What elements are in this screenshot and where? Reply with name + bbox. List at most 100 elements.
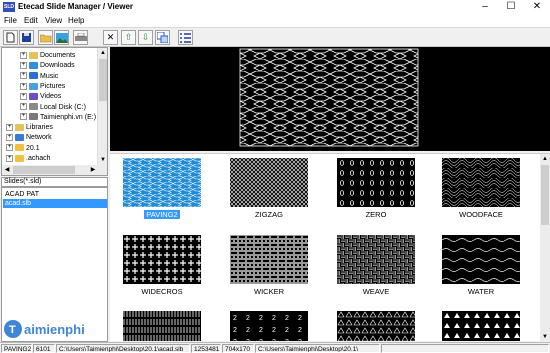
- minimize-button[interactable]: –: [472, 0, 498, 14]
- tree-item-label: Libraries: [26, 124, 53, 132]
- toolbar: ✕ ⇧ ⇩: [0, 27, 550, 47]
- expand-icon[interactable]: +: [20, 51, 27, 59]
- tree-item[interactable]: + Downloads: [20, 61, 75, 71]
- tree-item[interactable]: + Pictures: [20, 82, 65, 92]
- expand-icon[interactable]: +: [20, 61, 27, 69]
- copy-icon[interactable]: [155, 30, 170, 45]
- close-button[interactable]: ✕: [524, 0, 550, 14]
- folder-icon: [15, 134, 24, 142]
- menu-bar: File Edit View Help: [0, 14, 550, 27]
- print-icon[interactable]: [73, 30, 88, 45]
- slide-thumbnail[interactable]: [442, 311, 520, 341]
- tree-item[interactable]: + Network: [6, 133, 52, 143]
- tree-item[interactable]: +20.1: [6, 144, 40, 154]
- slide-thumbnail[interactable]: [123, 235, 201, 284]
- tree-item[interactable]: + .achach: [6, 154, 51, 164]
- folder-icon: [29, 51, 38, 59]
- save-icon[interactable]: [19, 30, 34, 45]
- thumbnail-label-text: PAVING2: [144, 210, 180, 219]
- expand-icon[interactable]: +: [6, 144, 13, 152]
- thumbnail-label-text: ZERO: [365, 210, 387, 219]
- tree-item-label: Local Disk (C:): [40, 103, 86, 111]
- delete-icon[interactable]: ✕: [103, 30, 118, 45]
- thumbnail-label: WIDECROS: [117, 287, 207, 296]
- scroll-thumb[interactable]: [99, 59, 107, 101]
- open-folder-icon[interactable]: [38, 30, 53, 45]
- folder-icon: [29, 103, 38, 111]
- thumbnail-label: WEAVE: [331, 287, 421, 296]
- tree-item[interactable]: + Music: [20, 72, 58, 82]
- slide-file-item-selected[interactable]: acad.slb: [3, 199, 107, 208]
- gallery-vertical-scrollbar[interactable]: ▲ ▼: [540, 154, 550, 341]
- tree-item[interactable]: + Taimienphi.vn (E:): [20, 113, 96, 123]
- tree-item-label: Taimienphi.vn (E:): [40, 113, 97, 121]
- slide-thumbnail[interactable]: [230, 235, 308, 284]
- maximize-button[interactable]: ☐: [498, 0, 524, 14]
- slide-thumbnail[interactable]: [337, 311, 415, 341]
- thumbnail-label: ZIGZAG: [224, 210, 314, 219]
- slide-thumbnail[interactable]: [230, 311, 308, 341]
- image-icon[interactable]: [54, 30, 69, 45]
- expand-icon[interactable]: +: [6, 123, 13, 131]
- status-folder: C:\Users\Taimienphi\Desktop\20.1\: [255, 344, 380, 353]
- slide-file-item[interactable]: ACAD PAT: [3, 190, 107, 199]
- expand-icon[interactable]: +: [20, 113, 27, 121]
- tree-horizontal-scrollbar[interactable]: ◀ ▶: [2, 165, 98, 175]
- folder-tree[interactable]: + Documents + Downloads + Music + Pictures + Vide…: [1, 47, 108, 176]
- slide-thumbnail[interactable]: [337, 235, 415, 284]
- slide-thumbnail[interactable]: [442, 158, 520, 207]
- scroll-down-icon[interactable]: ▼: [98, 155, 107, 165]
- thumbnail-gallery[interactable]: 2 PAVING2ZIGZAGZEROWOODFACEWIDECROSWICKE…: [110, 153, 550, 341]
- tree-vertical-scrollbar[interactable]: ▲ ▼: [97, 48, 107, 175]
- list-view-icon[interactable]: [178, 30, 193, 45]
- scroll-right-icon[interactable]: ▶: [88, 165, 98, 175]
- thumbnail-label: WATER: [436, 287, 526, 296]
- slide-thumbnail[interactable]: [337, 158, 415, 207]
- slide-thumbnail[interactable]: [442, 235, 520, 284]
- tree-item-label: Network: [26, 134, 52, 142]
- scroll-up-icon[interactable]: ▲: [540, 154, 550, 164]
- thumbnail-label: WOODFACE: [436, 210, 526, 219]
- thumbnail-label: WICKER: [224, 287, 314, 296]
- thumbnail-label: ZERO: [331, 210, 421, 219]
- expand-icon[interactable]: +: [20, 103, 27, 111]
- preview-pattern: [239, 48, 419, 147]
- tree-item[interactable]: + Libraries: [6, 123, 53, 133]
- move-up-icon[interactable]: ⇧: [121, 30, 136, 45]
- title-bar: SLD Etecad Slide Manager / Viewer – ☐ ✕: [0, 0, 550, 14]
- app-icon: SLD: [3, 2, 15, 12]
- taimienphi-watermark: T aimienphi: [3, 318, 123, 340]
- thumbnail-label-text: ZIGZAG: [255, 210, 283, 219]
- tree-item[interactable]: + Documents: [20, 51, 75, 61]
- menu-edit[interactable]: Edit: [24, 14, 38, 27]
- slide-thumbnail[interactable]: [123, 311, 201, 341]
- tree-item-label: 20.1: [26, 144, 40, 152]
- scroll-thumb[interactable]: [541, 165, 549, 225]
- expand-icon[interactable]: +: [6, 134, 13, 142]
- status-extra: [381, 344, 549, 353]
- svg-text:T: T: [9, 324, 16, 336]
- scroll-left-icon[interactable]: ◀: [2, 165, 12, 175]
- folder-icon: [29, 92, 38, 100]
- expand-icon[interactable]: +: [20, 92, 27, 100]
- menu-view[interactable]: View: [45, 14, 62, 27]
- tree-item[interactable]: + Videos: [20, 92, 61, 102]
- menu-help[interactable]: Help: [68, 14, 84, 27]
- slide-thumbnail[interactable]: [123, 158, 201, 207]
- scroll-up-icon[interactable]: ▲: [98, 48, 107, 58]
- move-down-icon[interactable]: ⇩: [138, 30, 153, 45]
- expand-icon[interactable]: +: [20, 82, 27, 90]
- scroll-down-icon[interactable]: ▼: [540, 332, 550, 341]
- hscroll-thumb[interactable]: [13, 166, 75, 174]
- slides-filter-field[interactable]: Slides(*.sld): [1, 177, 108, 187]
- expand-icon[interactable]: +: [6, 154, 13, 162]
- folder-icon: [15, 144, 24, 152]
- folder-icon: [29, 72, 38, 80]
- folder-icon: [29, 61, 38, 69]
- slide-thumbnail[interactable]: [230, 158, 308, 207]
- menu-file[interactable]: File: [4, 14, 17, 27]
- expand-icon[interactable]: +: [20, 72, 27, 80]
- thumbnail-label: PAVING2: [117, 210, 207, 219]
- tree-item[interactable]: + Local Disk (C:): [20, 103, 86, 113]
- new-file-icon[interactable]: [3, 30, 18, 45]
